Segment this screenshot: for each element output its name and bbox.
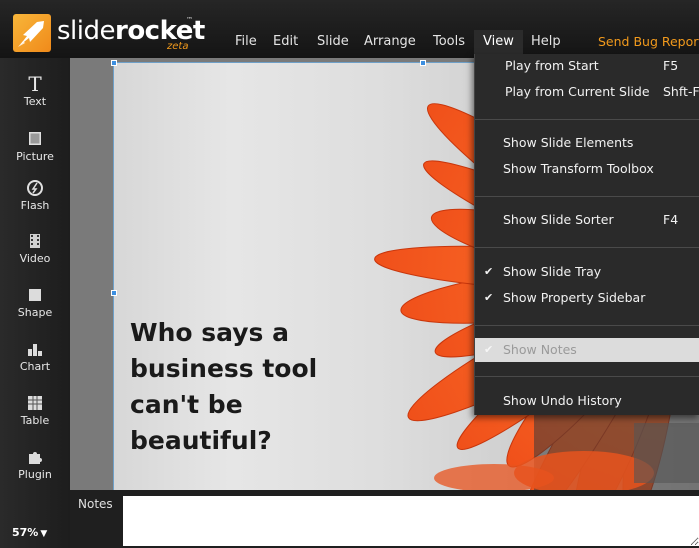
menu-item-shortcut: F4 [663, 212, 679, 227]
logo-trademark: ™ [186, 16, 193, 24]
text-icon: T [28, 72, 42, 96]
notes-input[interactable] [123, 496, 699, 546]
menu-tools[interactable]: Tools [424, 30, 474, 54]
tool-label: Table [20, 414, 50, 427]
top-bar: sliderocket ™ zeta File Edit Slide Arran… [0, 0, 699, 58]
check-icon: ✔ [484, 265, 494, 278]
menu-show-property-sidebar[interactable]: ✔ Show Property Sidebar [475, 286, 699, 310]
tool-chart[interactable]: Chart [0, 339, 70, 373]
tool-label: Plugin [18, 468, 52, 481]
notes-panel: Notes [70, 490, 699, 548]
menu-item-label: Show Notes [503, 342, 577, 357]
menu-show-transform-toolbox[interactable]: Show Transform Toolbox [475, 157, 699, 181]
logo-light-text: slide [57, 16, 116, 46]
tool-shape[interactable]: Shape [0, 285, 70, 319]
menu-item-shortcut: Shft-F5 [663, 84, 699, 99]
headline-line: can't be [130, 390, 243, 419]
menu-arrange[interactable]: Arrange [355, 30, 425, 54]
menu-item-label: Show Transform Toolbox [503, 161, 654, 176]
caret-down-icon: ▼ [40, 529, 48, 539]
menu-item-label: Show Undo History [503, 393, 622, 408]
headline-line: business tool [130, 354, 318, 383]
menu-help[interactable]: Help [522, 30, 570, 54]
tool-label: Picture [16, 150, 54, 163]
picture-icon [29, 132, 41, 145]
headline-line: Who says a [130, 318, 289, 347]
tool-label: Shape [17, 306, 53, 319]
menu-show-slide-tray[interactable]: ✔ Show Slide Tray [475, 260, 699, 284]
view-menu-dropdown: Play from Start F5 Play from Current Sli… [474, 54, 699, 415]
menu-separator [475, 376, 699, 377]
selection-handle[interactable] [111, 290, 117, 296]
menu-show-slide-sorter[interactable]: Show Slide Sorter F4 [475, 208, 699, 232]
menu-item-label: Show Slide Sorter [503, 212, 614, 227]
tool-label: Video [19, 252, 51, 265]
zoom-value: 57% [12, 526, 39, 539]
menu-item-label: Show Slide Tray [503, 264, 602, 279]
tool-label: Flash [20, 199, 50, 212]
menu-show-undo-history[interactable]: Show Undo History [475, 389, 699, 413]
shape-icon [29, 289, 41, 301]
plugin-icon [29, 452, 42, 464]
tool-picture[interactable]: Picture [0, 129, 70, 163]
menu-show-notes[interactable]: ✔ Show Notes [475, 338, 699, 362]
selection-handle[interactable] [420, 60, 426, 66]
menu-item-label: Play from Start [505, 58, 599, 73]
check-icon: ✔ [484, 291, 494, 304]
tool-label: Text [23, 95, 47, 108]
slide-headline[interactable]: Who says a business tool can't be beauti… [130, 315, 350, 459]
insert-toolbar: T Text Picture Flash Video Shape Chart T… [0, 58, 70, 548]
menu-play-from-current[interactable]: Play from Current Slide Shft-F5 [475, 80, 699, 104]
menu-separator [475, 196, 699, 197]
menu-view[interactable]: View [474, 30, 523, 54]
tool-video[interactable]: Video [0, 231, 70, 265]
menu-show-slide-elements[interactable]: Show Slide Elements [475, 131, 699, 155]
menu-file[interactable]: File [226, 30, 266, 54]
tool-label: Chart [19, 360, 51, 373]
video-icon [30, 234, 40, 248]
selection-handle[interactable] [111, 60, 117, 66]
menu-separator [475, 247, 699, 248]
tool-text[interactable]: T Text [0, 74, 70, 108]
table-icon [28, 396, 42, 410]
rocket-logo-icon [13, 14, 51, 52]
zoom-select[interactable]: 57% ▼ [12, 526, 47, 539]
menu-separator [475, 325, 699, 326]
menu-item-label: Show Property Sidebar [503, 290, 646, 305]
menu-item-shortcut: F5 [663, 58, 679, 73]
menu-play-from-start[interactable]: Play from Start F5 [475, 54, 699, 78]
menu-separator [475, 119, 699, 120]
tool-plugin[interactable]: Plugin [0, 447, 70, 481]
notes-label: Notes [78, 497, 113, 511]
menu-item-label: Show Slide Elements [503, 135, 634, 150]
tool-table[interactable]: Table [0, 393, 70, 427]
menu-item-label: Play from Current Slide [505, 84, 650, 99]
menu-edit[interactable]: Edit [264, 30, 307, 54]
send-bug-report-link[interactable]: Send Bug Report [598, 30, 699, 54]
chart-icon [28, 344, 42, 356]
headline-line: beautiful? [130, 426, 272, 455]
tool-flash[interactable]: Flash [0, 178, 70, 212]
logo-edition: zeta [167, 41, 189, 52]
menu-slide[interactable]: Slide [308, 30, 358, 54]
check-icon: ✔ [484, 343, 494, 356]
flash-icon [27, 180, 43, 196]
